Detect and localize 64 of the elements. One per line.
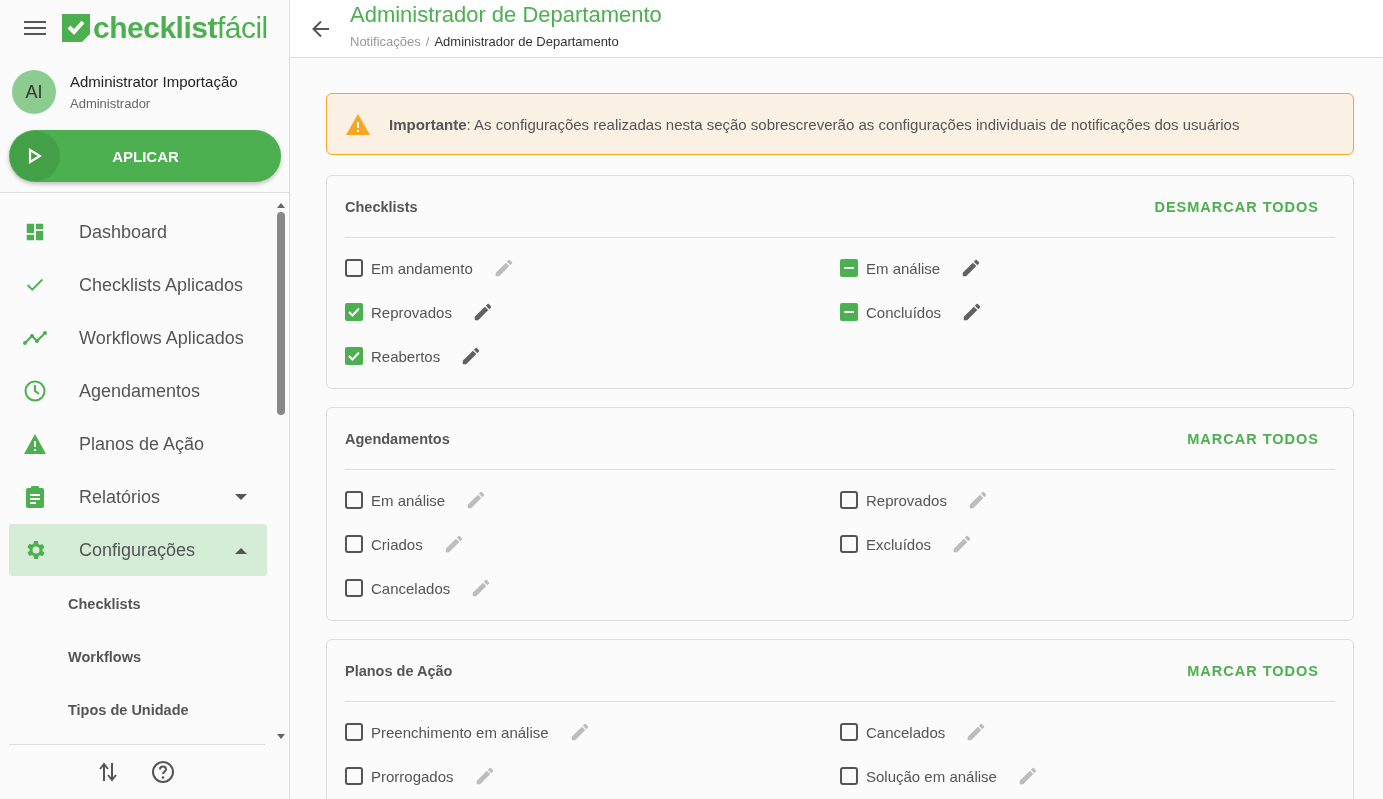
checkbox[interactable]	[345, 767, 363, 785]
sort-arrows-icon[interactable]	[99, 761, 117, 783]
clipboard-icon	[25, 485, 45, 509]
checkbox-label[interactable]: Reabertos	[371, 347, 441, 365]
checkbox[interactable]	[345, 259, 363, 277]
back-arrow-icon	[312, 19, 330, 38]
checkbox[interactable]	[840, 723, 858, 741]
checkbox[interactable]	[840, 535, 858, 553]
back-button[interactable]	[312, 19, 330, 38]
help-icon[interactable]	[151, 760, 175, 784]
menu-icon[interactable]	[24, 20, 46, 36]
checkmark-logo-icon	[62, 14, 90, 42]
clock-icon	[23, 379, 47, 403]
checkbox-label[interactable]: Reprovados	[866, 491, 947, 509]
nav-item[interactable]: Planos de Ação	[9, 418, 267, 470]
warning-text: Importante: As configurações realizadas nesta seção sobrescreverão as configurações individuais de notificações dos usuários	[389, 115, 1240, 133]
checkbox[interactable]	[840, 259, 858, 277]
scrollbar-thumb[interactable]	[277, 212, 285, 415]
checkbox-label[interactable]: Solução em análise	[866, 767, 997, 785]
play-icon	[28, 148, 42, 164]
checkbox-label[interactable]: Prorrogados	[371, 767, 454, 785]
nav-item[interactable]: Configurações	[9, 524, 267, 576]
checkbox-label[interactable]: Concluídos	[866, 303, 942, 321]
section-title: Planos de Ação	[345, 662, 453, 679]
avatar: AI	[12, 70, 56, 114]
checkbox-label[interactable]: Em andamento	[371, 259, 473, 277]
checkbox[interactable]	[345, 535, 363, 553]
checkbox-label[interactable]: Em análise	[371, 491, 446, 509]
nav-subitem[interactable]: Checklists	[9, 577, 267, 630]
checkbox-label[interactable]: Preenchimento em análise	[371, 723, 549, 741]
scroll-up-icon[interactable]	[277, 203, 285, 208]
checkbox[interactable]	[840, 767, 858, 785]
checkbox[interactable]	[345, 347, 363, 365]
user-name: Administrator Importação	[70, 73, 238, 90]
checkbox[interactable]	[840, 303, 858, 321]
checkbox-label[interactable]: Cancelados	[371, 579, 451, 597]
user-role: Administrador	[70, 96, 152, 111]
checkbox[interactable]	[345, 491, 363, 509]
checkbox-label[interactable]: Em análise	[866, 259, 941, 277]
nav-item[interactable]: Dashboard	[9, 206, 267, 258]
nav-item[interactable]: Relatórios	[9, 471, 267, 523]
breadcrumb-separator: /	[425, 34, 430, 49]
page-title: Administrador de Departamento	[350, 2, 662, 28]
warning-icon	[23, 433, 47, 455]
nav-item[interactable]: Workflows Aplicados	[9, 312, 267, 364]
warning-icon	[346, 113, 370, 135]
nav-item[interactable]: Checklists Aplicados	[9, 259, 267, 311]
section-title: Agendamentos	[345, 430, 450, 447]
scroll-down-icon[interactable]	[277, 734, 285, 739]
nav-item[interactable]: Agendamentos	[9, 365, 267, 417]
checkbox-label[interactable]: Excluídos	[866, 535, 932, 553]
checkbox[interactable]	[345, 723, 363, 741]
checkbox-label[interactable]: Reprovados	[371, 303, 452, 321]
checkbox-label[interactable]: Criados	[371, 535, 423, 553]
nav-subitem[interactable]: Workflows	[9, 630, 267, 683]
breadcrumb-current: Administrador de Departamento	[434, 34, 619, 49]
checkbox[interactable]	[345, 303, 363, 321]
checkbox[interactable]	[345, 579, 363, 597]
checkbox-label[interactable]: Cancelados	[866, 723, 946, 741]
dashboard-icon	[24, 221, 46, 243]
checkbox[interactable]	[840, 491, 858, 509]
logo-text: checklistfácil	[93, 11, 268, 45]
nav-subitem[interactable]: Tipos de Unidade	[9, 683, 267, 736]
section-title: Checklists	[345, 198, 418, 215]
